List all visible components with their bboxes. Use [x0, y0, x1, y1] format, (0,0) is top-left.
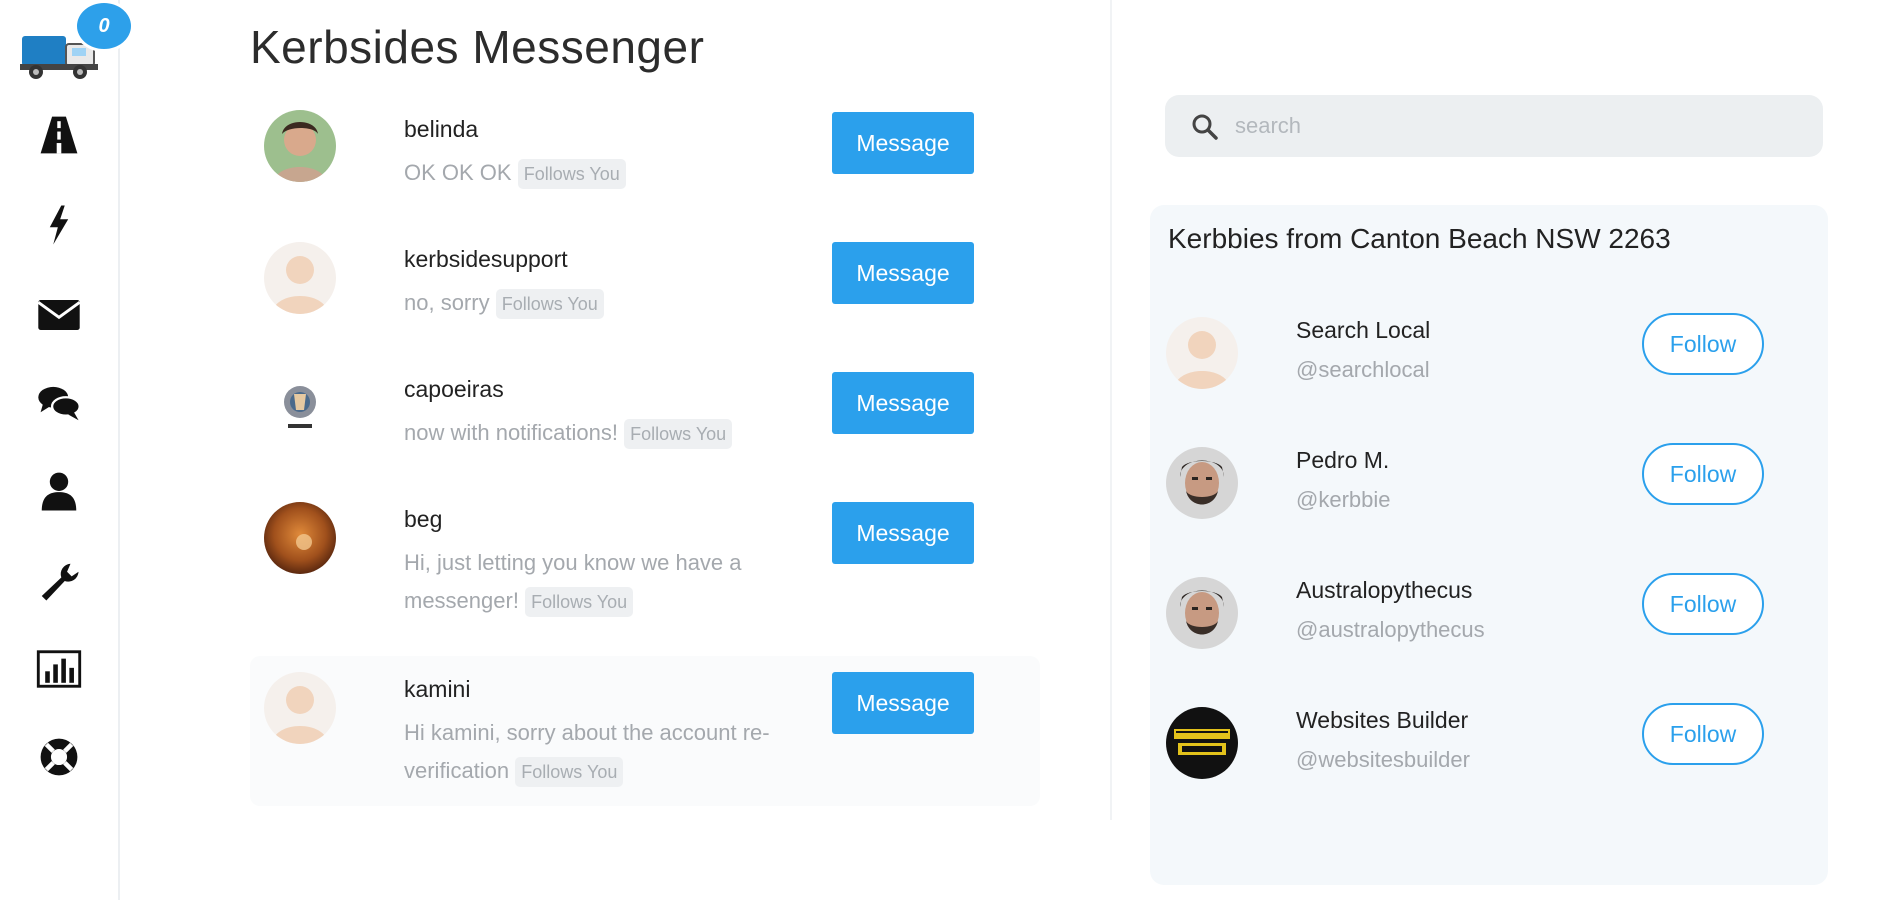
suggestion-handle: @kerbbie: [1296, 487, 1391, 512]
conversation-item[interactable]: belinda OK OK OK Follows You Message: [250, 110, 1040, 210]
suggestions-title: Kerbbies from Canton Beach NSW 2263: [1168, 223, 1671, 254]
avatar: [264, 110, 336, 182]
follow-button[interactable]: Follow: [1642, 573, 1764, 635]
avatar: [1166, 317, 1238, 389]
conversation-name: capoeiras: [404, 376, 504, 402]
message-button[interactable]: Message: [832, 242, 974, 304]
suggestion-item: Pedro M. @kerbbie Follow: [1166, 443, 1816, 547]
message-button[interactable]: Message: [832, 112, 974, 174]
suggestions-panel: Kerbbies from Canton Beach NSW 2263 Sear…: [1150, 205, 1828, 885]
search-input[interactable]: [1235, 95, 1795, 157]
suggestion-handle: @australopythecus: [1296, 617, 1485, 642]
wrench-icon[interactable]: [34, 558, 84, 604]
avatar: [1166, 447, 1238, 519]
user-icon[interactable]: [34, 468, 84, 514]
conversation-name: beg: [404, 506, 443, 532]
follows-you-tag: Follows You: [495, 289, 604, 320]
suggestion-item: Search Local @searchlocal Follow: [1166, 313, 1816, 417]
suggestion-name[interactable]: Australopythecus: [1296, 577, 1472, 604]
notification-badge[interactable]: 0: [74, 0, 134, 52]
sidebar-nav: 0: [0, 0, 134, 900]
suggestion-handle: @websitesbuilder: [1296, 747, 1470, 772]
conversation-preview-text: no, sorry: [404, 290, 490, 315]
app-window: 0 Kerbsides Messenger belinda OK OK OK F…: [0, 0, 1881, 900]
avatar: [1166, 707, 1238, 779]
suggestion-item: Australopythecus @australopythecus Follo…: [1166, 573, 1816, 677]
message-button[interactable]: Message: [832, 672, 974, 734]
conversation-preview: OK OK OK Follows You: [404, 154, 824, 192]
follow-button[interactable]: Follow: [1642, 703, 1764, 765]
lightning-icon[interactable]: [34, 202, 84, 248]
suggestion-handle: @searchlocal: [1296, 357, 1430, 382]
suggestion-name[interactable]: Websites Builder: [1296, 707, 1468, 734]
follows-you-tag: Follows You: [515, 757, 624, 788]
conversation-name: kamini: [404, 676, 471, 702]
avatar: [1166, 577, 1238, 649]
avatar: [264, 372, 336, 444]
bar-chart-icon[interactable]: [34, 646, 84, 692]
conversation-preview: now with notifications! Follows You: [404, 414, 824, 452]
follows-you-tag: Follows You: [624, 419, 733, 450]
conversation-name: belinda: [404, 116, 479, 142]
search-bar[interactable]: [1165, 95, 1823, 157]
conversation-name: kerbsidesupport: [404, 246, 568, 272]
conversation-item[interactable]: kamini Hi kamini, sorry about the accoun…: [250, 656, 1040, 806]
conversation-item[interactable]: capoeiras now with notifications! Follow…: [250, 370, 1040, 470]
follow-button[interactable]: Follow: [1642, 313, 1764, 375]
page-title: Kerbsides Messenger: [250, 21, 705, 73]
message-button[interactable]: Message: [832, 502, 974, 564]
avatar: [264, 672, 336, 744]
search-icon: [1192, 114, 1218, 140]
chat-bubbles-icon[interactable]: [34, 380, 84, 426]
conversation-preview: Hi kamini, sorry about the account re-ve…: [404, 714, 824, 790]
avatar: [264, 502, 336, 574]
suggestion-name[interactable]: Pedro M.: [1296, 447, 1389, 474]
conversation-preview: no, sorry Follows You: [404, 284, 824, 322]
message-button[interactable]: Message: [832, 372, 974, 434]
conversation-preview-text: now with notifications!: [404, 420, 618, 445]
road-icon[interactable]: [34, 112, 84, 158]
conversation-preview: Hi, just letting you know we have a mess…: [404, 544, 824, 620]
envelope-icon[interactable]: [34, 292, 84, 338]
conversation-preview-text: OK OK OK: [404, 160, 512, 185]
suggestion-item: Websites Builder @websitesbuilder Follow: [1166, 703, 1816, 807]
avatar: [264, 242, 336, 314]
column-divider: [1110, 0, 1112, 820]
follows-you-tag: Follows You: [517, 159, 626, 190]
follows-you-tag: Follows You: [525, 587, 634, 618]
lifebuoy-icon[interactable]: [34, 734, 84, 780]
suggestion-name[interactable]: Search Local: [1296, 317, 1430, 344]
follow-button[interactable]: Follow: [1642, 443, 1764, 505]
conversation-item[interactable]: beg Hi, just letting you know we have a …: [250, 500, 1040, 630]
conversation-item[interactable]: kerbsidesupport no, sorry Follows You Me…: [250, 240, 1040, 340]
